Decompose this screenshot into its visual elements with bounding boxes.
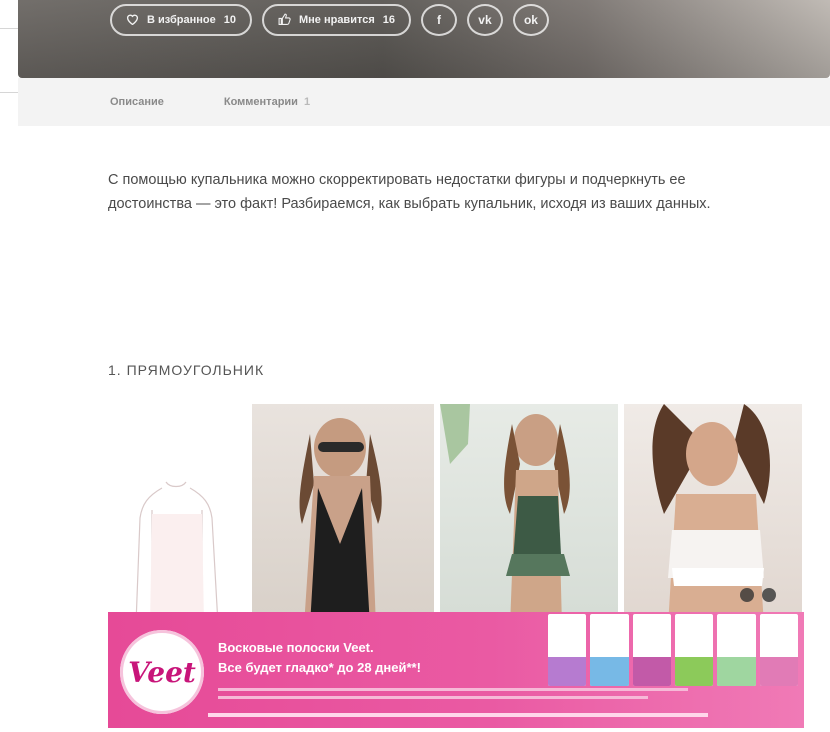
share-vk-button[interactable]: vk [466,4,503,36]
tab-comments[interactable]: Комментарии 1 [224,96,310,108]
heart-icon [126,13,139,28]
like-count: 16 [382,14,395,26]
ad-fine-print [218,686,698,710]
hero-actions: В избранное 10 Мне нравится 16 f vk ok [110,4,549,36]
article-intro: С помощью купальника можно скорректирова… [108,172,711,212]
edge-divider [0,28,18,29]
favorite-button[interactable]: В избранное 10 [110,4,252,36]
figure-gallery [112,404,802,626]
like-button[interactable]: Мне нравится 16 [261,4,411,36]
ad-headline: Восковые полоски Veet. Все будет гладко*… [218,640,421,675]
swimsuit-photo-white [624,404,802,626]
section-heading: 1. ПРЯМОУГОЛЬНИК [108,362,265,378]
product-pack [632,614,671,686]
ad-legal-line [208,712,708,720]
odnoklassniki-icon: ok [523,13,538,27]
thumbs-up-icon [278,13,291,28]
product-pack [548,614,587,686]
body-shape-sketch [112,474,240,625]
product-pack [717,614,756,686]
swimsuit-photo-black [252,404,434,626]
ad-product-packs [548,614,798,686]
tab-description[interactable]: Описание [110,96,164,108]
share-ok-button[interactable]: ok [512,4,549,36]
article-hero: В избранное 10 Мне нравится 16 f vk ok [18,0,830,78]
article-tabs: Описание Комментарии 1 [18,78,830,126]
comments-count-badge: 1 [303,96,311,108]
product-pack [759,614,798,686]
carousel-prev-icon[interactable] [740,588,754,602]
swimsuit-photo-floral [440,404,618,626]
carousel-next-icon[interactable] [762,588,776,602]
veet-logo: Veet [120,630,204,714]
edge-divider [0,92,18,93]
veet-ad-banner[interactable]: Veet Восковые полоски Veet. Все будет гл… [108,612,804,728]
vk-icon: vk [478,13,492,27]
share-facebook-button[interactable]: f [420,4,457,36]
like-label: Мне нравится [298,14,375,26]
facebook-icon: f [436,13,441,27]
product-pack [590,614,629,686]
favorite-label: В избранное [147,14,216,26]
product-pack [674,614,714,686]
favorite-count: 10 [223,14,236,26]
